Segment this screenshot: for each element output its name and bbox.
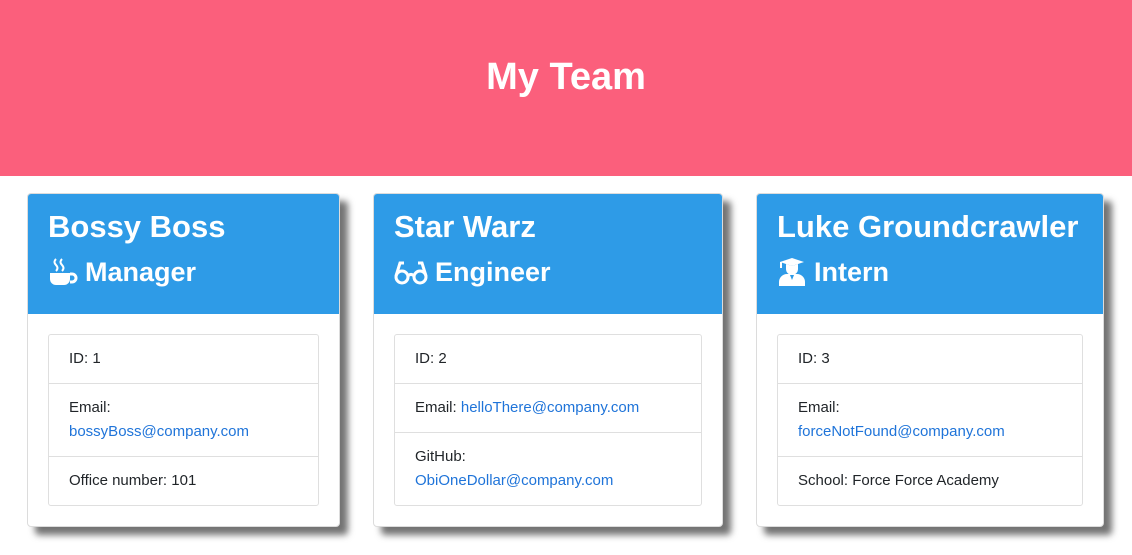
employee-email: Email: forceNotFound@company.com [778,384,1082,457]
github-label: GitHub: [415,448,466,465]
email-label: Email: [798,399,840,416]
email-link[interactable]: bossyBoss@company.com [69,423,249,440]
card-body: ID: 1 Email: bossyBoss@company.com Offic… [28,314,339,526]
employee-id: ID: 1 [49,335,318,384]
mug-hot-icon [48,257,78,287]
employee-id: ID: 3 [778,335,1082,384]
employee-email: Email: helloThere@company.com [395,384,701,433]
employee-role: Intern [777,255,1083,289]
github: GitHub: ObiOneDollar@company.com [395,433,701,505]
page-header: My Team [0,0,1132,176]
card-header: Luke Groundcrawler Intern [757,194,1103,314]
details-list: ID: 3 Email: forceNotFound@company.com S… [777,334,1083,506]
details-list: ID: 2 Email: helloThere@company.com GitH… [394,334,702,506]
card-header: Bossy Boss Manager [28,194,339,314]
card-body: ID: 2 Email: helloThere@company.com GitH… [374,314,722,526]
email-label: Email: [69,399,111,416]
email-link[interactable]: helloThere@company.com [461,399,639,416]
employee-card-manager: Bossy Boss Manager ID: 1 Email: bossyBos… [27,193,340,527]
card-body: ID: 3 Email: forceNotFound@company.com S… [757,314,1103,526]
card-header: Star Warz Engineer [374,194,722,314]
employee-card-intern: Luke Groundcrawler Intern ID: 3 Email: f… [756,193,1104,527]
school: School: Force Force Academy [798,472,999,489]
employee-card-engineer: Star Warz Engineer ID: 2 Email: helloThe… [373,193,723,527]
employee-role-label: Intern [814,257,890,287]
team-cards: Bossy Boss Manager ID: 1 Email: bossyBos… [0,176,1132,555]
employee-role-label: Engineer [435,257,551,287]
details-list: ID: 1 Email: bossyBoss@company.com Offic… [48,334,319,506]
employee-name: Star Warz [394,209,536,244]
page-title: My Team [486,55,646,98]
employee-email: Email: bossyBoss@company.com [49,384,318,457]
github-link[interactable]: ObiOneDollar@company.com [415,472,613,489]
user-graduate-icon [777,257,807,287]
email-label: Email: [415,399,457,416]
office-number: Office number: 101 [69,472,197,489]
employee-role-label: Manager [85,257,197,287]
employee-id: ID: 2 [395,335,701,384]
employee-name: Bossy Boss [48,209,226,244]
email-link[interactable]: forceNotFound@company.com [798,423,1005,440]
employee-role: Manager [48,255,319,289]
employee-name: Luke Groundcrawler [777,209,1079,244]
glasses-icon [394,257,428,287]
employee-role: Engineer [394,255,702,289]
